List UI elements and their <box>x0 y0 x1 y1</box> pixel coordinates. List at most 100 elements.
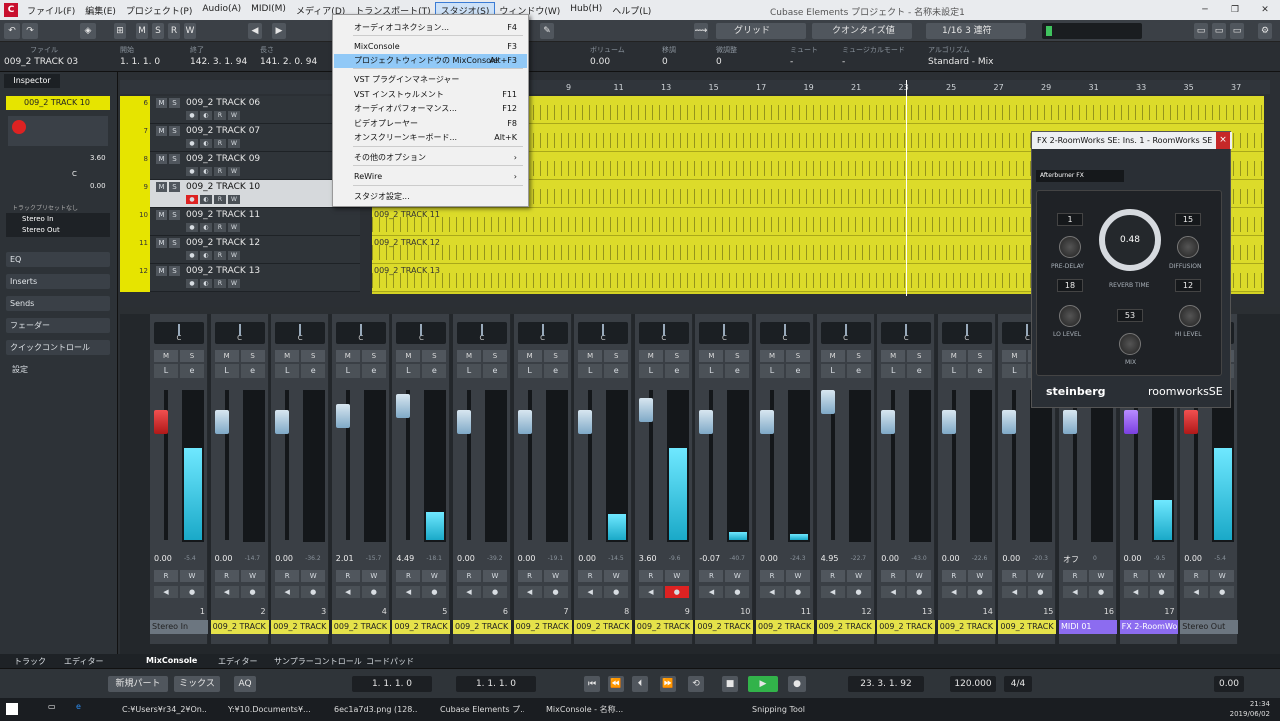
read-button[interactable]: R <box>941 570 966 582</box>
taskbar-app[interactable]: 6ec1a7d3.png (128... <box>318 702 418 717</box>
peak-value[interactable]: -39.2 <box>487 555 503 562</box>
solo-button[interactable]: S <box>422 350 447 362</box>
peak-value[interactable]: -15.7 <box>366 555 382 562</box>
peak-value[interactable]: -18.1 <box>426 555 442 562</box>
volume-value[interactable]: 0.00 <box>154 554 172 563</box>
write-button[interactable]: W <box>228 167 240 176</box>
predelay-knob[interactable] <box>1059 236 1081 258</box>
settings-icon[interactable]: ⚙ <box>1258 23 1272 39</box>
volume-value[interactable]: 4.49 <box>396 554 414 563</box>
edit-channel-icon[interactable]: e <box>786 364 810 378</box>
solo-button[interactable]: S <box>967 350 992 362</box>
write-button[interactable]: W <box>301 570 326 582</box>
write-button[interactable]: W <box>725 570 750 582</box>
taskbar-app[interactable]: Cubase Elements プ... <box>424 702 524 717</box>
quantize-select[interactable]: クオンタイズ値 <box>812 23 912 39</box>
mute-button[interactable]: M <box>156 266 167 276</box>
read-button[interactable]: R <box>214 195 226 204</box>
write-button[interactable]: W <box>664 570 689 582</box>
peak-value[interactable]: 0 <box>1093 555 1097 562</box>
inspector-delay[interactable]: 0.00 <box>90 182 106 190</box>
track-header[interactable]: 7 M S 009_2 TRACK 07 ● ◐ R W <box>120 124 360 152</box>
master-volume[interactable]: 0.00 <box>1214 676 1244 692</box>
peak-value[interactable]: -24.3 <box>790 555 806 562</box>
section-inserts[interactable]: Inserts <box>6 274 110 289</box>
info-value-5[interactable]: 0 <box>662 57 668 67</box>
read-button[interactable]: R <box>638 570 663 582</box>
track-name[interactable]: 009_2 TRACK 09 <box>186 154 260 164</box>
read-button[interactable]: R <box>396 570 421 582</box>
mute-button[interactable]: M <box>820 350 845 362</box>
mute-all-button[interactable]: M <box>136 23 148 39</box>
monitor-icon[interactable]: ◀ <box>396 586 421 598</box>
menu-item-0[interactable]: ファイル(F) <box>22 3 80 18</box>
read-button[interactable]: R <box>335 570 360 582</box>
monitor-icon[interactable]: ◀ <box>699 586 724 598</box>
grid-select[interactable]: 1/16 3 連符 <box>926 23 1026 39</box>
volume-value[interactable]: -0.07 <box>699 554 720 563</box>
peak-value[interactable]: -20.3 <box>1032 555 1048 562</box>
monitor-icon[interactable]: ◀ <box>941 586 966 598</box>
fader-handle[interactable] <box>578 410 593 434</box>
undo-icon[interactable]: ↶ <box>4 23 20 39</box>
solo-button[interactable]: S <box>543 350 568 362</box>
mute-button[interactable]: M <box>156 182 167 192</box>
solo-button[interactable]: S <box>169 182 180 192</box>
read-button[interactable]: R <box>214 570 239 582</box>
monitor-icon[interactable]: ◀ <box>820 586 845 598</box>
listen-button[interactable]: L <box>578 364 603 378</box>
mute-button[interactable]: M <box>457 350 481 362</box>
record-enable-icon[interactable]: ● <box>301 586 326 598</box>
taskbar-app[interactable]: Snipping Tool <box>736 702 836 717</box>
record-enable-icon[interactable]: ● <box>1028 586 1053 598</box>
solo-button[interactable]: S <box>169 154 180 164</box>
peak-value[interactable]: -9.6 <box>669 555 681 562</box>
layout-icon-3[interactable]: ▭ <box>1230 23 1244 39</box>
info-value-0[interactable]: 009_2 TRACK 03 <box>4 57 78 67</box>
mute-button[interactable]: M <box>156 126 167 136</box>
volume-value[interactable]: 4.95 <box>821 554 839 563</box>
menu-item-1[interactable]: 編集(E) <box>80 3 121 18</box>
peak-value[interactable]: -36.2 <box>305 555 321 562</box>
taskbar-app[interactable]: MixConsole - 名称... <box>530 702 630 717</box>
monitor-icon[interactable]: ◐ <box>200 251 212 260</box>
track-header[interactable]: 9 M S 009_2 TRACK 10 ● ◐ R W <box>120 180 360 208</box>
listen-button[interactable]: L <box>214 364 239 378</box>
hi-level-knob[interactable] <box>1179 305 1201 327</box>
track-name[interactable]: 009_2 TRACK 12 <box>186 238 260 248</box>
info-value-9[interactable]: Standard - Mix <box>928 57 994 67</box>
studio-menu-item[interactable]: プロジェクトウィンドウの MixConsole Alt+F3 <box>334 54 527 68</box>
fader-handle[interactable] <box>517 410 532 434</box>
read-button[interactable]: R <box>1184 570 1209 582</box>
solo-button[interactable]: S <box>907 350 932 362</box>
edit-channel-icon[interactable]: e <box>180 364 204 378</box>
write-button[interactable]: W <box>907 570 932 582</box>
channel-name[interactable]: FX 2-RoomWorks <box>1119 620 1178 634</box>
channel-name[interactable]: 009_2 TRACK 16 <box>998 620 1057 634</box>
fader-handle[interactable] <box>638 398 653 422</box>
input-routing[interactable]: Stereo In <box>22 215 54 223</box>
solo-button[interactable]: S <box>664 350 689 362</box>
mute-button[interactable]: M <box>578 350 603 362</box>
listen-button[interactable]: L <box>699 364 724 378</box>
listen-button[interactable]: L <box>881 364 906 378</box>
edit-channel-icon[interactable]: e <box>725 364 750 378</box>
next-marker-icon[interactable]: ▶ <box>272 23 286 39</box>
solo-all-button[interactable]: S <box>152 23 164 39</box>
volume-value[interactable]: 0.00 <box>578 554 596 563</box>
output-routing[interactable]: Stereo Out <box>22 226 60 234</box>
fader-handle[interactable] <box>760 410 774 434</box>
track-header[interactable]: 12 M S 009_2 TRACK 13 ● ◐ R W <box>120 264 360 292</box>
write-button[interactable]: W <box>1028 570 1053 582</box>
play-icon[interactable]: ▶ <box>748 676 778 692</box>
read-button[interactable]: R <box>517 570 542 582</box>
listen-button[interactable]: L <box>457 364 481 378</box>
volume-value[interactable]: 0.00 <box>457 554 475 563</box>
read-button[interactable]: R <box>214 111 226 120</box>
solo-button[interactable]: S <box>180 350 204 362</box>
peak-value[interactable]: -5.4 <box>1214 555 1226 562</box>
clock[interactable]: 21:34 2019/06/02 <box>1230 699 1270 719</box>
aq-button[interactable]: AQ <box>234 676 256 692</box>
track-name[interactable]: 009_2 TRACK 07 <box>186 126 260 136</box>
new-part-select[interactable]: 新規パート <box>108 676 168 692</box>
